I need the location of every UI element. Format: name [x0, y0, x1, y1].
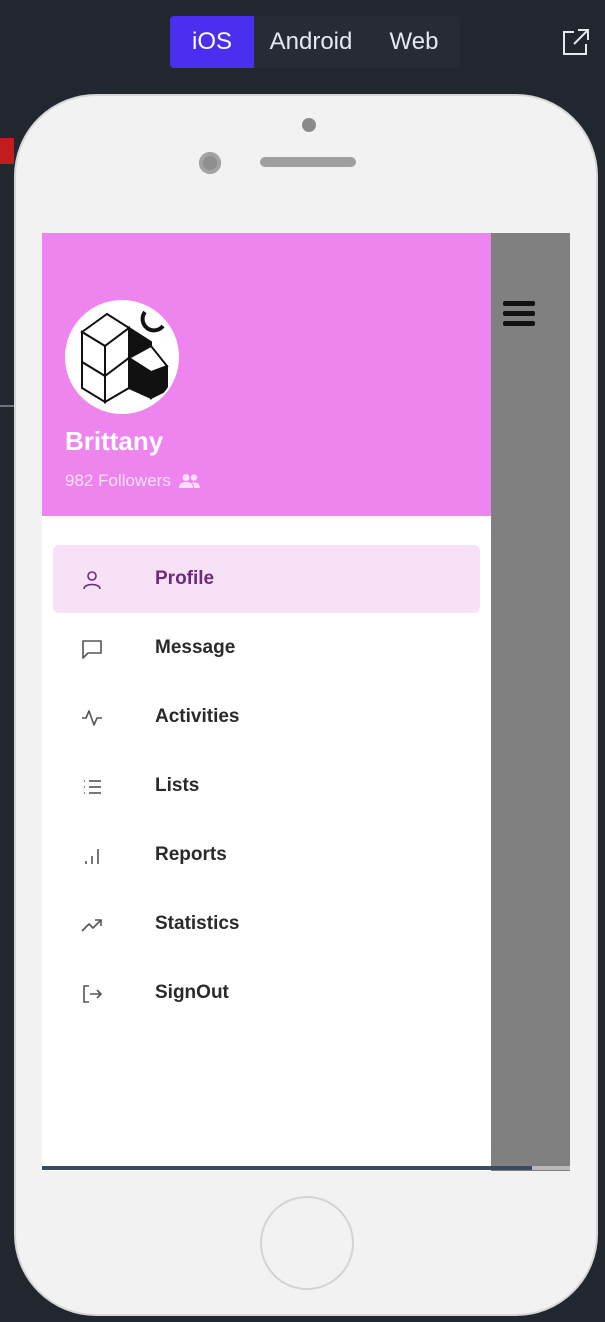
sign-out-icon	[83, 985, 103, 1003]
drawer-header: Brittany 982 Followers	[42, 233, 491, 516]
menu-item-signout[interactable]: SignOut	[53, 959, 480, 1027]
followers-count: 982 Followers	[65, 471, 201, 491]
scroll-track	[532, 1166, 570, 1170]
activity-icon	[82, 710, 102, 726]
trending-up-icon	[81, 919, 102, 932]
cube-avatar-icon	[67, 302, 177, 412]
home-button[interactable]	[260, 1196, 354, 1290]
bar-chart-icon	[85, 849, 99, 864]
front-camera	[199, 152, 221, 174]
menu-item-label: Lists	[155, 775, 200, 796]
followers-label: 982 Followers	[65, 471, 171, 490]
avatar[interactable]	[65, 300, 179, 414]
menu-item-label: Statistics	[155, 913, 240, 934]
external-link-icon[interactable]	[560, 26, 592, 58]
proximity-sensor	[302, 118, 316, 132]
navigation-drawer: Brittany 982 Followers Profile Message A…	[42, 233, 491, 1171]
hamburger-menu-icon[interactable]	[503, 301, 535, 329]
tab-android[interactable]: Android	[254, 16, 368, 68]
menu-item-statistics[interactable]: Statistics	[53, 890, 480, 958]
menu-item-activities[interactable]: Activities	[53, 683, 480, 751]
earpiece-speaker	[260, 157, 356, 167]
menu-item-lists[interactable]: Lists	[53, 752, 480, 820]
menu-item-label: Reports	[155, 844, 227, 865]
tab-ios[interactable]: iOS	[170, 16, 254, 68]
menu-item-profile[interactable]: Profile	[53, 545, 480, 613]
menu-item-label: SignOut	[155, 982, 229, 1003]
menu-item-message[interactable]: Message	[53, 614, 480, 682]
side-divider	[0, 405, 15, 407]
user-name: Brittany	[65, 426, 164, 456]
menu-item-label: Message	[155, 637, 236, 658]
user-icon	[83, 571, 101, 590]
message-icon	[82, 640, 102, 659]
app-screen: Brittany 982 Followers Profile Message A…	[42, 233, 570, 1171]
menu-item-reports[interactable]: Reports	[53, 821, 480, 889]
menu-item-label: Activities	[155, 706, 240, 727]
list-icon	[84, 780, 101, 794]
people-icon	[178, 474, 200, 488]
menu-item-label: Profile	[155, 568, 215, 589]
scroll-indicator	[42, 1166, 532, 1170]
side-marker	[0, 138, 14, 164]
tab-web[interactable]: Web	[368, 16, 460, 68]
platform-tabs: iOS Android Web	[170, 16, 460, 68]
drawer-overlay[interactable]	[491, 233, 570, 1171]
